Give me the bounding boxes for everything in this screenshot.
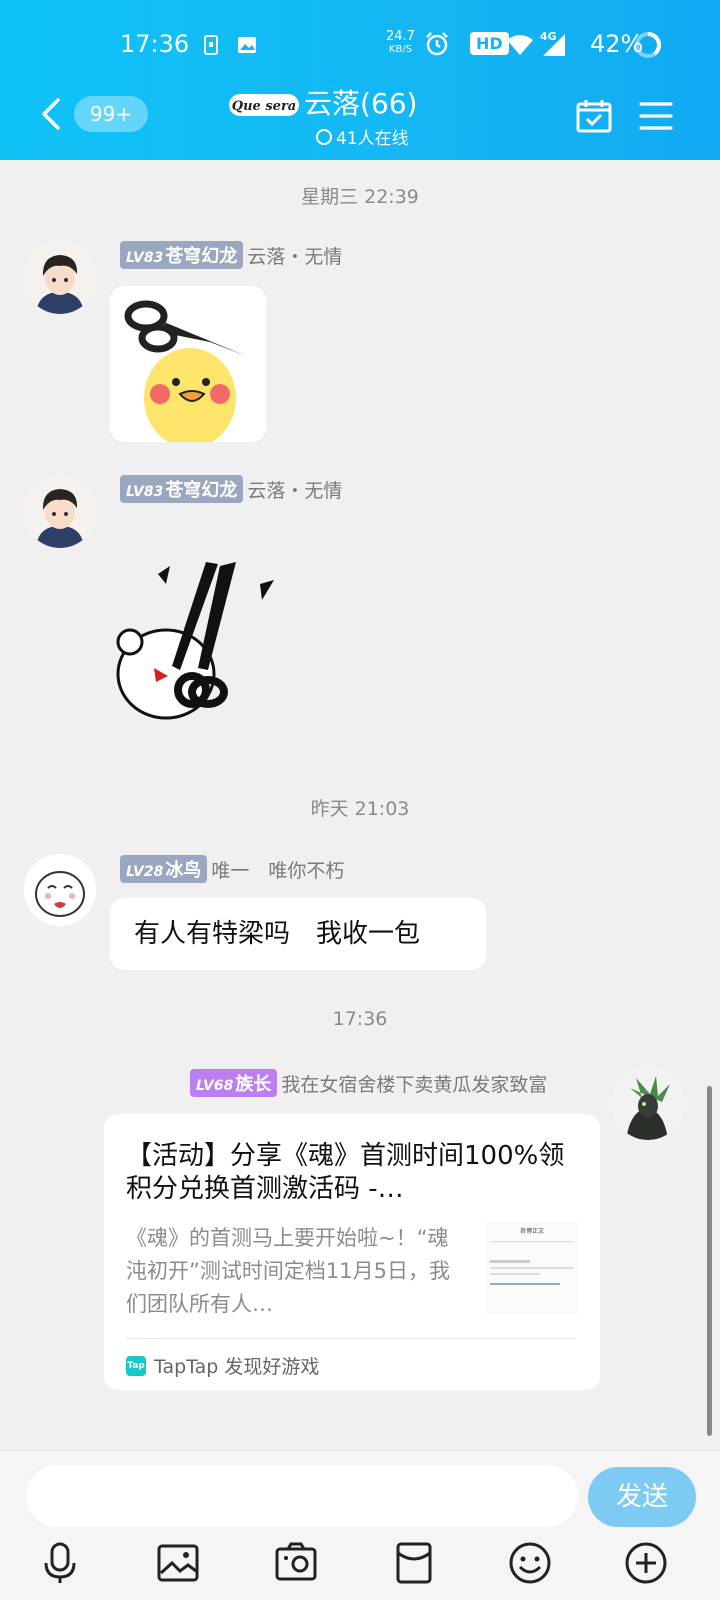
sender-nickname: 云落・无情 <box>247 479 343 502</box>
plus-icon[interactable] <box>624 1541 668 1585</box>
top-bar: 17:36 24.7 KB/S HD 4G 42% 99+ Que sera 云… <box>0 0 720 160</box>
text-message[interactable]: 有人有特梁吗 我收一包 <box>110 898 486 970</box>
wifi-icon <box>507 35 533 55</box>
emoji-icon[interactable] <box>508 1541 552 1585</box>
timestamp: 17:36 <box>332 1008 388 1030</box>
group-title: 云落(66) <box>304 87 418 120</box>
avatar[interactable] <box>24 854 96 926</box>
link-card[interactable]: 【活动】分享《魂》首测时间100%领积分兑换首测激活码 -… 《魂》的首测马上要… <box>104 1114 600 1390</box>
level-tag: LV28 冰鸟 <box>120 855 208 883</box>
send-button[interactable]: 发送 <box>588 1467 696 1527</box>
gallery-icon <box>238 37 256 53</box>
level-tag: LV68 族长 <box>190 1069 278 1097</box>
screenshot-icon <box>204 35 218 55</box>
camera-icon[interactable] <box>274 1541 318 1585</box>
card-description: 《魂》的首测马上要开始啦~！“魂沌初开”测试时间定档11月5日，我们团队所有人… <box>126 1226 450 1316</box>
net-speed: 24.7 KB/S <box>386 30 415 56</box>
card-source: Tap TapTap 发现好游戏 <box>126 1352 319 1379</box>
sender-meta: LV83 苍穹幻龙 云落・无情 <box>120 475 343 503</box>
card-source-label: TapTap 发现好游戏 <box>154 1356 320 1378</box>
sender-nickname: 云落・无情 <box>247 245 343 268</box>
status-bar: 17:36 24.7 KB/S HD 4G 42% <box>0 0 720 90</box>
divider <box>126 1338 576 1339</box>
timestamp: 星期三 22:39 <box>301 186 419 208</box>
scrollbar[interactable] <box>707 1086 712 1436</box>
red-packet-icon[interactable] <box>392 1541 436 1585</box>
thumbnail-title: 奇博正文 <box>519 1228 544 1235</box>
microphone-icon[interactable] <box>38 1541 82 1585</box>
net-speed-unit: KB/S <box>388 44 413 55</box>
alarm-icon <box>426 32 448 56</box>
group-logo: Que sera <box>229 94 299 116</box>
sender-nickname: 我在女宿舍楼下卖黄瓜发家致富 <box>281 1073 548 1096</box>
calendar-check-icon[interactable] <box>576 98 612 134</box>
boy-avatar-icon <box>24 242 96 314</box>
hd-badge: HD <box>470 32 509 55</box>
sticker-message[interactable] <box>110 286 266 448</box>
card-title: 【活动】分享《魂》首测时间100%领积分兑换首测激活码 -… <box>126 1141 565 1204</box>
menu-icon[interactable] <box>638 98 674 134</box>
svg-text:Que sera: Que sera <box>232 99 296 114</box>
sender-meta: LV83 苍穹幻龙 云落・无情 <box>120 241 343 269</box>
cute-blob-avatar-icon <box>24 854 96 926</box>
level-tag: LV83 苍穹幻龙 <box>120 475 244 503</box>
net-speed-value: 24.7 <box>386 29 415 44</box>
dark-figure-avatar-icon <box>612 1068 684 1140</box>
avatar[interactable] <box>24 242 96 314</box>
boy-avatar-icon <box>24 476 96 548</box>
level-tag: LV83 苍穹幻龙 <box>120 241 244 269</box>
sender-meta: LV28 冰鸟 唯一 唯你不朽 <box>120 855 345 883</box>
back-button[interactable] <box>36 96 68 132</box>
sender-meta: LV68 族长 我在女宿舍楼下卖黄瓜发家致富 <box>190 1069 548 1097</box>
image-icon[interactable] <box>156 1541 200 1585</box>
composer: 发送 <box>0 1450 720 1600</box>
sender-nickname: 唯一 唯你不朽 <box>211 859 345 882</box>
taptap-logo: Tap <box>126 1355 146 1376</box>
avatar[interactable] <box>24 476 96 548</box>
timestamp: 昨天 21:03 <box>310 798 410 820</box>
message-input[interactable] <box>26 1465 578 1527</box>
unread-badge[interactable]: 99+ <box>74 96 148 132</box>
status-time: 17:36 <box>120 30 190 58</box>
duck-scissors-sticker <box>124 300 246 448</box>
avatar[interactable] <box>612 1068 684 1140</box>
bear-scissors-sticker <box>116 562 274 720</box>
card-thumbnail: 奇博正文 <box>486 1222 578 1314</box>
online-count[interactable]: 41人在线 <box>316 124 409 149</box>
sticker-message[interactable] <box>110 550 280 740</box>
signal-icon <box>543 34 565 56</box>
battery-icon <box>635 31 662 58</box>
